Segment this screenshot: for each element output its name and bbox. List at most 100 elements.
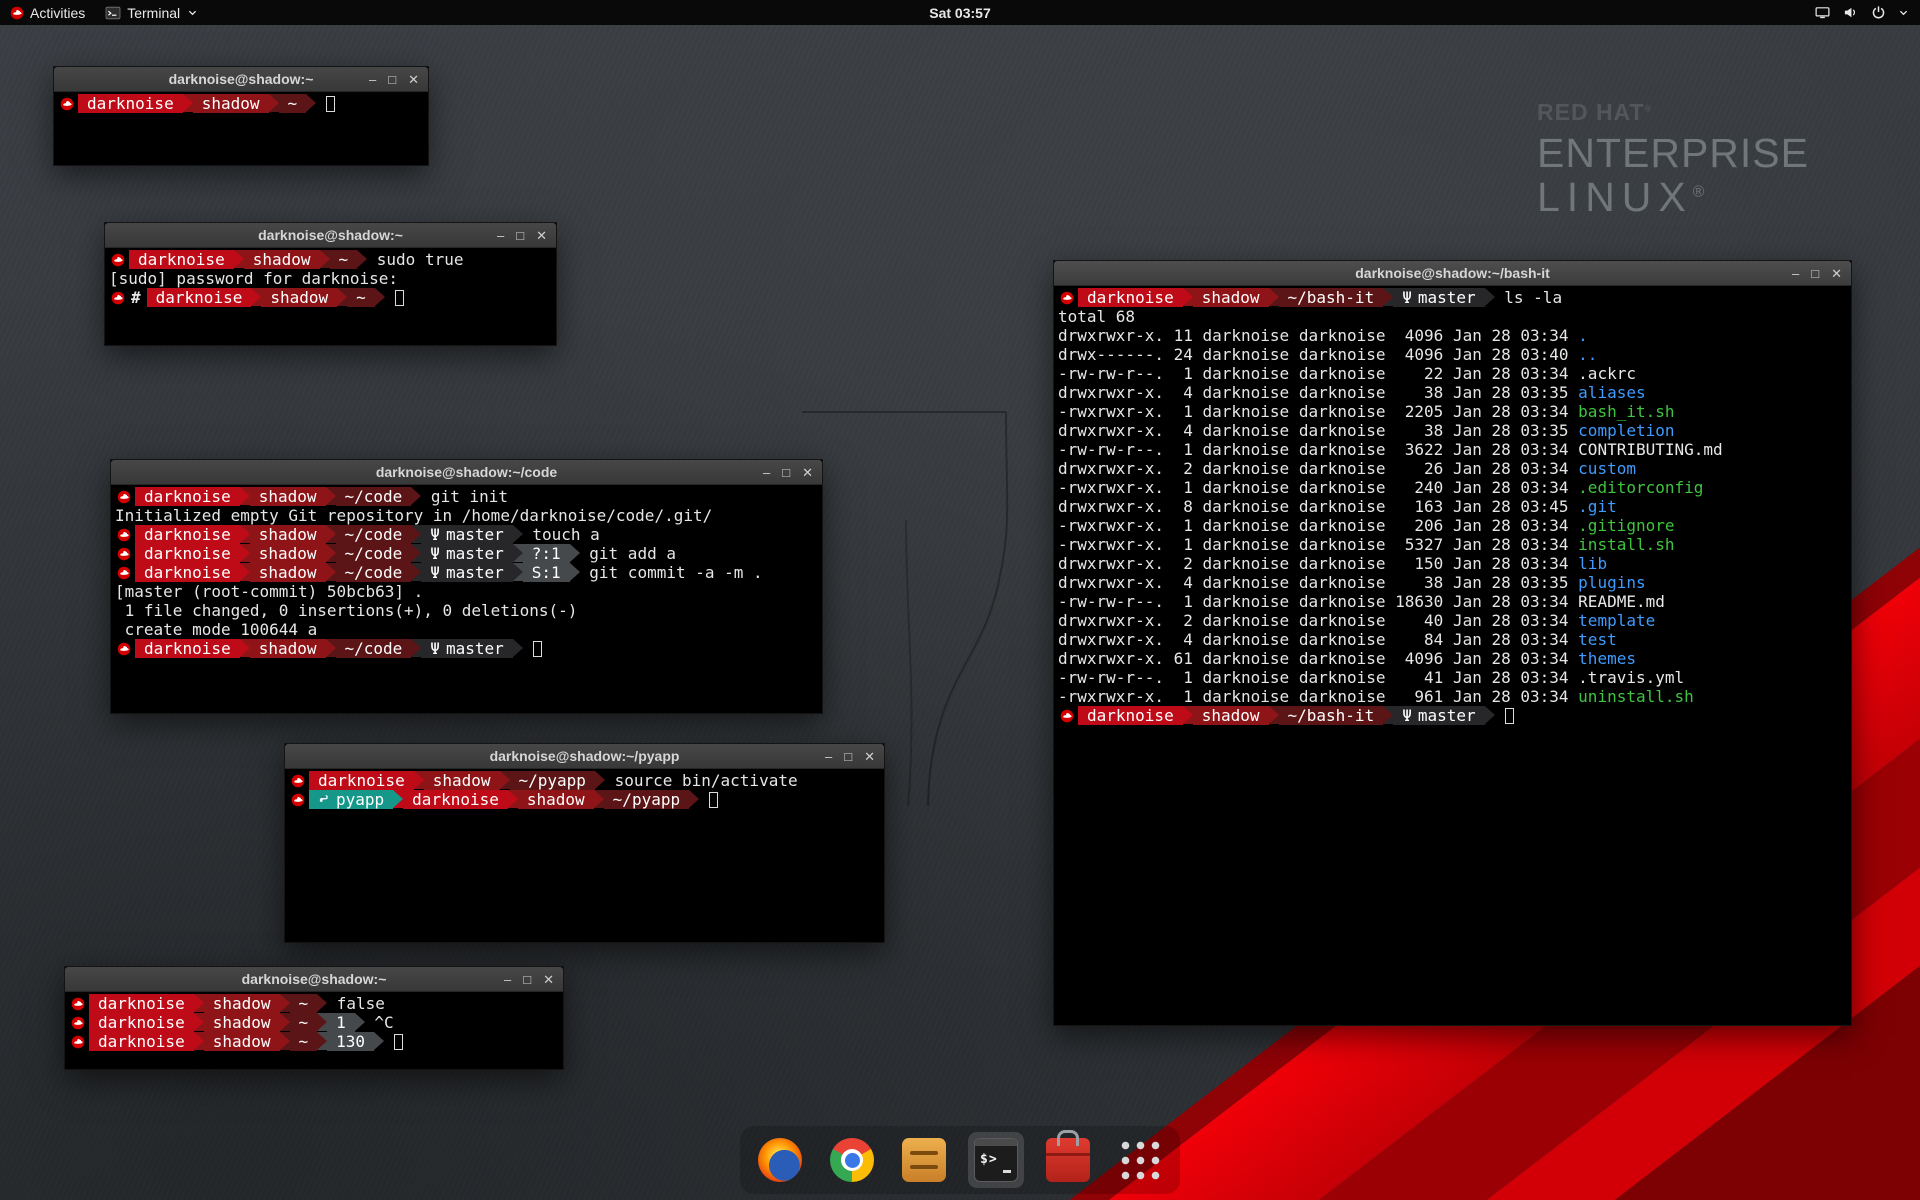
prompt-segment-path: ~ (279, 94, 307, 113)
prompt-segment-path: ~/pyapp (510, 771, 595, 790)
file-row: -rwxrwxr-x. 1 darknoise darknoise 961 Ja… (1058, 687, 1847, 706)
app-menu-terminal[interactable]: Terminal (95, 0, 207, 25)
minimize-button[interactable]: – (1792, 267, 1799, 280)
close-button[interactable]: ✕ (408, 73, 419, 86)
prompt-segment-path: ~ (290, 1032, 318, 1051)
file-name: bash_it.sh (1578, 402, 1674, 421)
output-line: [master (root-commit) 50bcb63] . (115, 582, 818, 601)
prompt-line: darknoiseshadow~ (58, 94, 424, 113)
file-meta: -rwxrwxr-x. 1 darknoise darknoise 2205 J… (1058, 402, 1578, 421)
powerline-arrow (337, 288, 347, 306)
minimize-button[interactable]: – (763, 466, 770, 479)
firefox-icon (758, 1138, 802, 1182)
prompt-segment-host: shadow (518, 790, 594, 809)
prompt-segment-path: ~/bash-it (1279, 706, 1384, 725)
dock-item-app-grid[interactable] (1112, 1132, 1168, 1188)
toolbox-icon (1046, 1138, 1090, 1182)
branch-icon: Ψ (430, 525, 440, 544)
dock-item-firefox[interactable] (752, 1132, 808, 1188)
file-name: test (1578, 630, 1617, 649)
display-icon (1815, 5, 1830, 20)
file-row: drwxrwxr-x. 61 darknoise darknoise 4096 … (1058, 649, 1847, 668)
window-titlebar[interactable]: darknoise@shadow:~–□✕ (54, 67, 428, 92)
maximize-button[interactable]: □ (388, 73, 396, 86)
dock-item-files[interactable] (896, 1132, 952, 1188)
powerline-arrow (240, 487, 250, 505)
window-titlebar[interactable]: darknoise@shadow:~/pyapp–□✕ (285, 744, 884, 769)
file-row: -rw-rw-r--. 1 darknoise darknoise 18630 … (1058, 592, 1847, 611)
terminal-screen[interactable]: darknoiseshadow~ sudo true[sudo] passwor… (105, 248, 556, 345)
powerline-arrow (326, 639, 336, 657)
maximize-button[interactable]: □ (516, 229, 524, 242)
window-titlebar[interactable]: darknoise@shadow:~–□✕ (65, 967, 563, 992)
file-meta: -rwxrwxr-x. 1 darknoise darknoise 240 Ja… (1058, 478, 1578, 497)
redhat-icon (117, 639, 131, 658)
powerline-arrow (393, 790, 403, 808)
prompt-segment-status: 130 (327, 1032, 374, 1051)
terminal-screen[interactable]: darknoiseshadow~/pyapp source bin/activa… (285, 769, 884, 942)
prompt-segment-user: darknoise (135, 544, 240, 563)
powerline-arrow (411, 563, 421, 581)
prompt-segment-host: shadow (250, 525, 326, 544)
file-name: custom (1578, 459, 1636, 478)
redhat-icon (111, 288, 125, 307)
file-name: README.md (1578, 592, 1665, 611)
maximize-button[interactable]: □ (523, 973, 531, 986)
window-titlebar[interactable]: darknoise@shadow:~/code–□✕ (111, 460, 822, 485)
dock-item-toolbox[interactable] (1040, 1132, 1096, 1188)
prompt-segment-user: darknoise (135, 563, 240, 582)
minimize-button[interactable]: – (825, 750, 832, 763)
clock[interactable]: Sat 03:57 (929, 5, 990, 21)
file-meta: drwx------. 24 darknoise darknoise 4096 … (1058, 345, 1578, 364)
powerline-arrow (326, 525, 336, 543)
power-icon (1871, 5, 1886, 20)
minimize-button[interactable]: – (369, 73, 376, 86)
close-button[interactable]: ✕ (536, 229, 547, 242)
prompt-line: darknoiseshadow~/bash-itΨmaster (1058, 706, 1847, 725)
file-row: -rw-rw-r--. 1 darknoise darknoise 22 Jan… (1058, 364, 1847, 383)
file-row: drwxrwxr-x. 2 darknoise darknoise 26 Jan… (1058, 459, 1847, 478)
command-text: source bin/activate (605, 771, 798, 790)
terminal-screen[interactable]: darknoiseshadow~/bash-itΨmaster ls -lato… (1054, 286, 1851, 1025)
minimize-button[interactable]: – (497, 229, 504, 242)
file-name: aliases (1578, 383, 1645, 402)
prompt-segment-path: ~/code (336, 487, 412, 506)
terminal-cursor (1505, 708, 1514, 724)
terminal-screen[interactable]: darknoiseshadow~ (54, 92, 428, 165)
file-meta: drwxrwxr-x. 61 darknoise darknoise 4096 … (1058, 649, 1578, 668)
file-row: drwxrwxr-x. 11 darknoise darknoise 4096 … (1058, 326, 1847, 345)
activities-button[interactable]: Activities (0, 0, 95, 25)
prompt-segment-user: darknoise (135, 525, 240, 544)
window-titlebar[interactable]: darknoise@shadow:~/bash-it–□✕ (1054, 261, 1851, 286)
close-button[interactable]: ✕ (864, 750, 875, 763)
system-status-area[interactable] (1815, 0, 1920, 25)
file-meta: drwxrwxr-x. 4 darknoise darknoise 38 Jan… (1058, 421, 1578, 440)
terminal-screen[interactable]: darknoiseshadow~ falsedarknoiseshadow~1 … (65, 992, 563, 1069)
file-name: themes (1578, 649, 1636, 668)
terminal-cursor (533, 641, 542, 657)
dock-item-chrome[interactable] (824, 1132, 880, 1188)
minimize-button[interactable]: – (504, 973, 511, 986)
prompt-segment-host: shadow (261, 288, 337, 307)
maximize-button[interactable]: □ (782, 466, 790, 479)
terminal-screen[interactable]: darknoiseshadow~/code git initInitialize… (111, 485, 822, 713)
command-text: ^C (365, 1013, 394, 1032)
maximize-button[interactable]: □ (1811, 267, 1819, 280)
prompt-segment-path: ~/code (336, 525, 412, 544)
prompt-line: darknoiseshadow~/bash-itΨmaster ls -la (1058, 288, 1847, 307)
close-button[interactable]: ✕ (1831, 267, 1842, 280)
powerline-arrow (183, 94, 193, 112)
window-titlebar[interactable]: darknoise@shadow:~–□✕ (105, 223, 556, 248)
powerline-arrow (1183, 706, 1193, 724)
maximize-button[interactable]: □ (844, 750, 852, 763)
redhat-icon (291, 771, 305, 790)
close-button[interactable]: ✕ (543, 973, 554, 986)
file-name: install.sh (1578, 535, 1674, 554)
close-button[interactable]: ✕ (802, 466, 813, 479)
output-line: total 68 (1058, 307, 1847, 326)
file-row: drwxrwxr-x. 4 darknoise darknoise 84 Jan… (1058, 630, 1847, 649)
redhat-icon (117, 544, 131, 563)
dock-item-terminal[interactable]: $> (968, 1132, 1024, 1188)
redhat-icon (1060, 706, 1074, 725)
prompt-line: darknoiseshadow~/codeΨmaster (115, 639, 818, 658)
